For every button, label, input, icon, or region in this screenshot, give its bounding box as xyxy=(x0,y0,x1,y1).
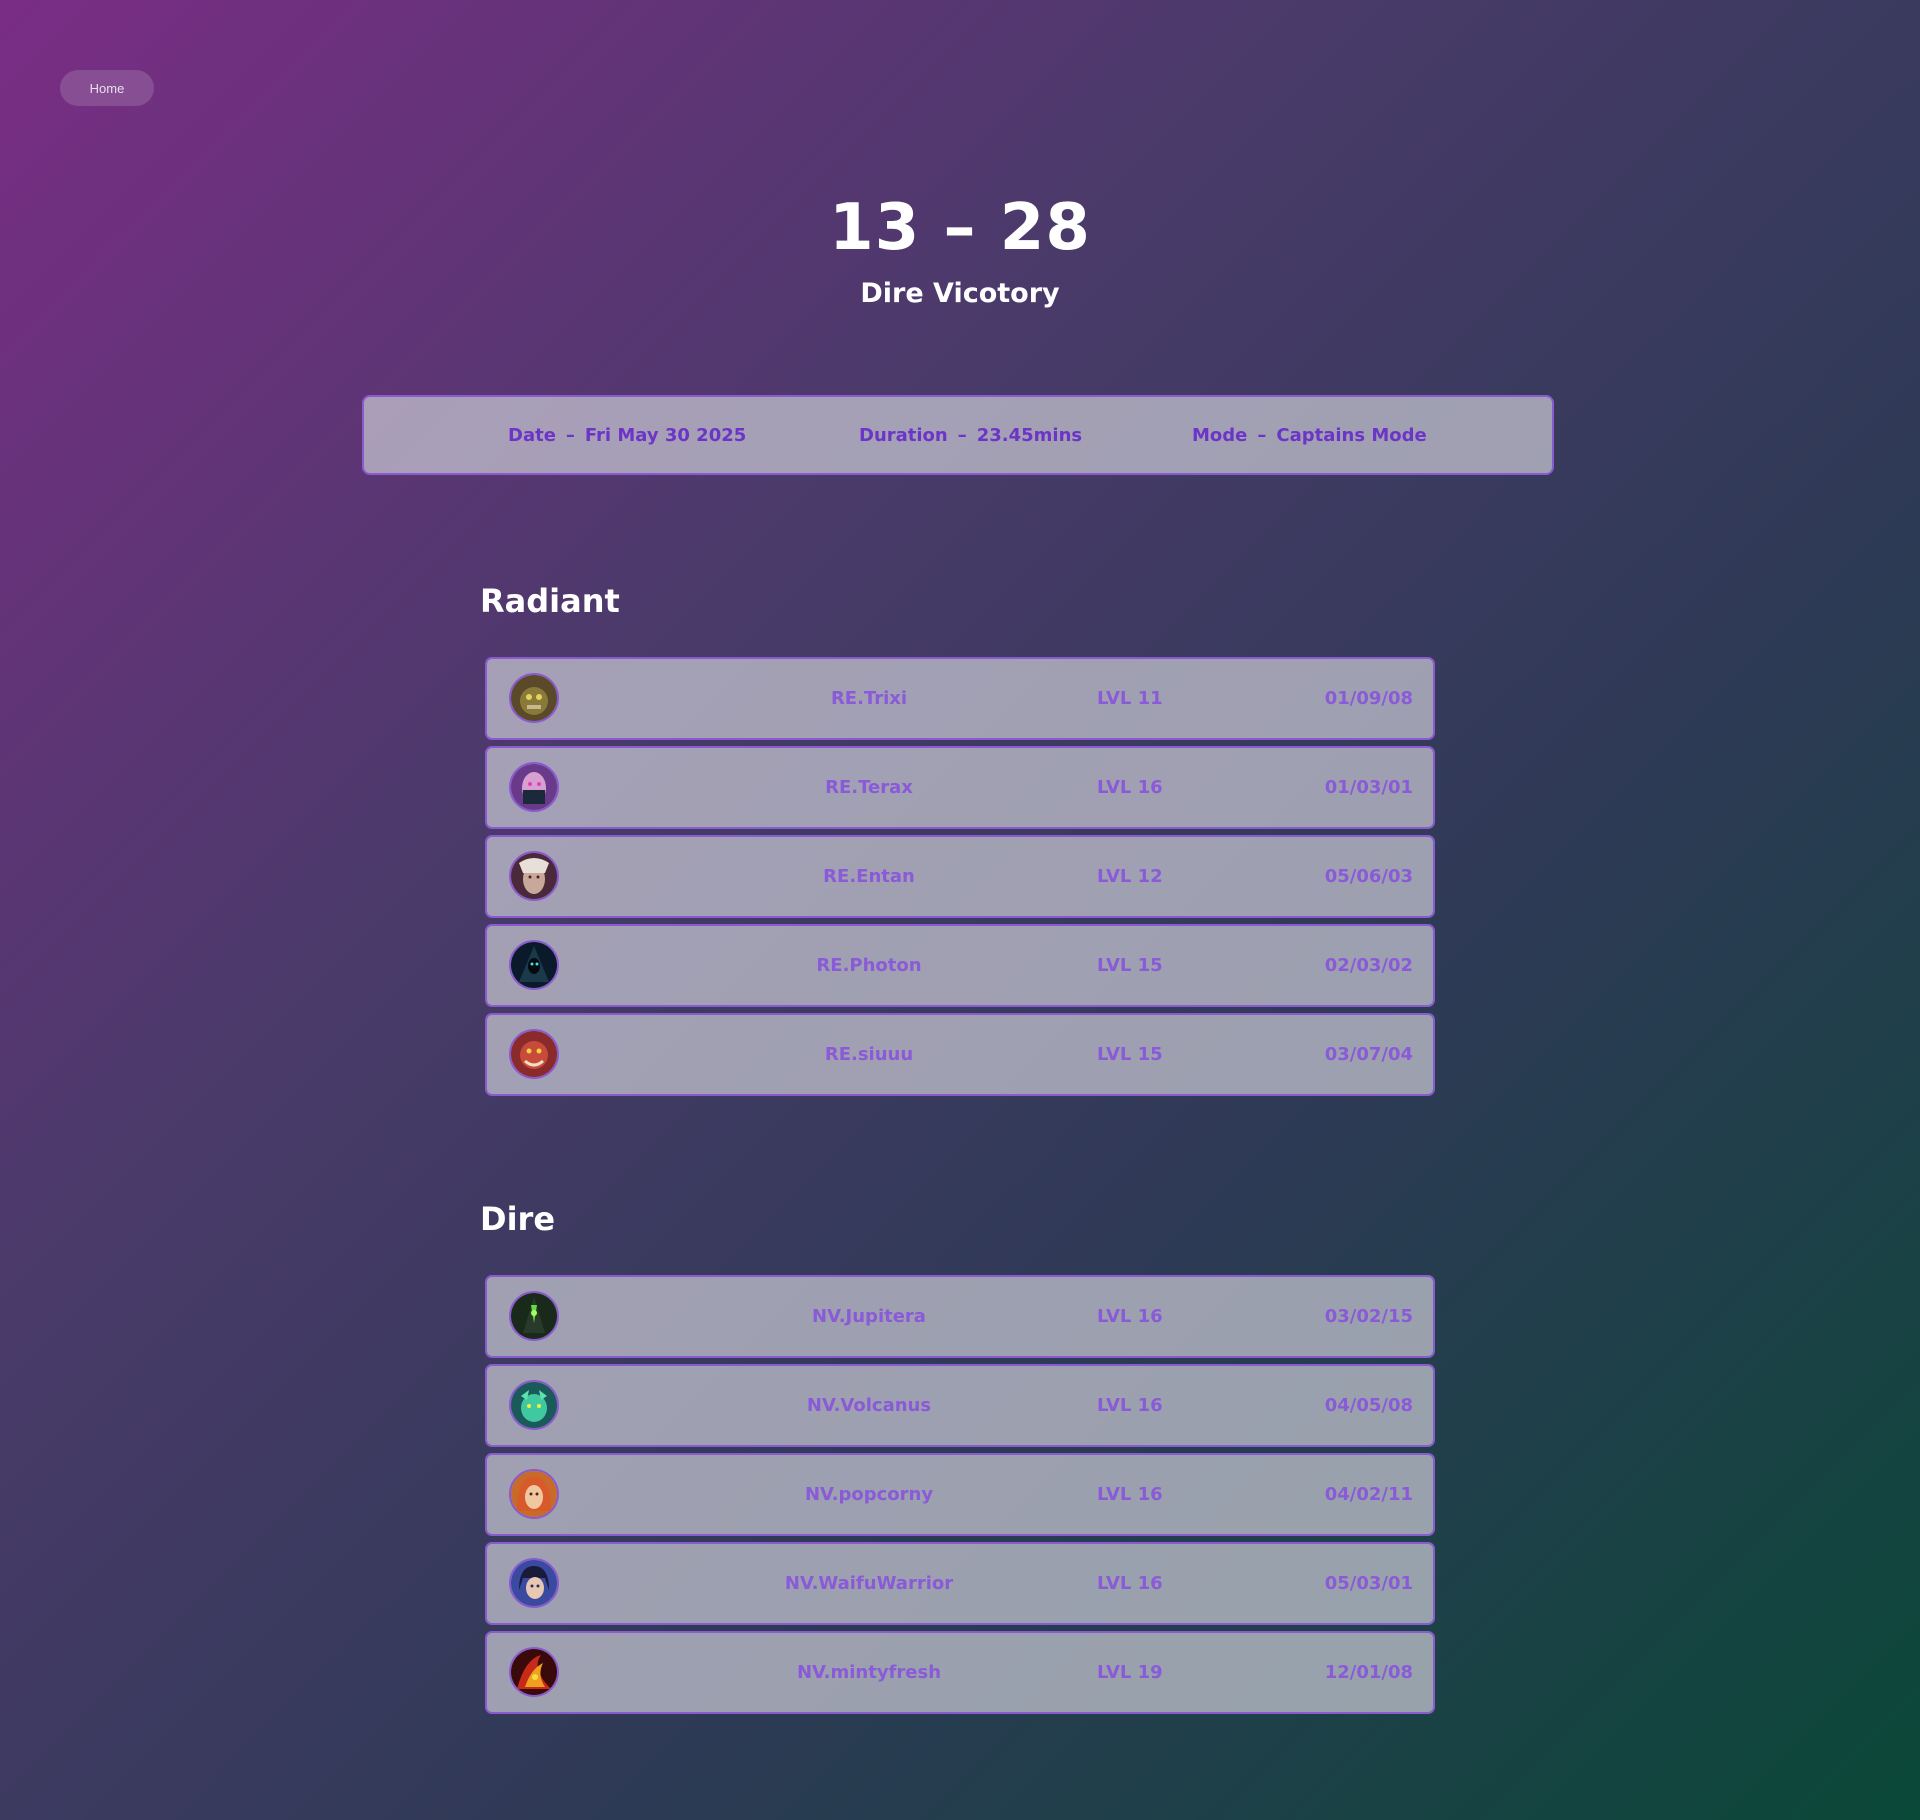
player-kda: 05/03/01 xyxy=(1324,1573,1413,1594)
hero-portrait-icon xyxy=(509,1380,559,1430)
player-level: LVL 16 xyxy=(1097,1573,1163,1594)
player-name: RE.Entan xyxy=(823,866,915,887)
player-level: LVL 16 xyxy=(1097,777,1163,798)
player-level: LVL 15 xyxy=(1097,1044,1163,1065)
match-info-bar: Date – Fri May 30 2025 Duration – 23.45m… xyxy=(362,395,1554,475)
duration-label: Duration xyxy=(859,424,948,446)
player-kda: 01/09/08 xyxy=(1324,688,1413,709)
player-name: RE.Trixi xyxy=(830,688,908,709)
player-level: LVL 19 xyxy=(1097,1662,1163,1683)
player-row[interactable]: NV.popcorny LVL 16 04/02/11 xyxy=(485,1453,1435,1536)
player-name: NV.popcorny xyxy=(804,1484,934,1505)
match-result: Dire Vicotory xyxy=(860,278,1060,309)
duration-info: Duration – 23.45mins xyxy=(859,397,1082,473)
hero-portrait-icon xyxy=(509,1469,559,1519)
home-button[interactable]: Home xyxy=(60,70,154,106)
mode-info: Mode – Captains Mode xyxy=(1192,397,1427,473)
player-kda: 01/03/01 xyxy=(1324,777,1413,798)
player-row[interactable]: RE.siuuu LVL 15 03/07/04 xyxy=(485,1013,1435,1096)
player-row[interactable]: NV.Jupitera LVL 16 03/02/15 xyxy=(485,1275,1435,1358)
hero-portrait-icon xyxy=(509,1291,559,1341)
hero-portrait-icon xyxy=(509,762,559,812)
player-level: LVL 16 xyxy=(1097,1395,1163,1416)
player-name: NV.mintyfresh xyxy=(796,1662,942,1683)
player-level: LVL 16 xyxy=(1097,1484,1163,1505)
player-level: LVL 12 xyxy=(1097,866,1163,887)
radiant-player-list: RE.Trixi LVL 11 01/09/08 RE.Terax LVL 16… xyxy=(485,657,1435,1102)
player-name: NV.Jupitera xyxy=(812,1306,926,1327)
player-kda: 02/03/02 xyxy=(1324,955,1413,976)
player-row[interactable]: NV.Volcanus LVL 16 04/05/08 xyxy=(485,1364,1435,1447)
player-row[interactable]: NV.WaifuWarrior LVL 16 05/03/01 xyxy=(485,1542,1435,1625)
player-level: LVL 16 xyxy=(1097,1306,1163,1327)
hero-portrait-icon xyxy=(509,1029,559,1079)
hero-portrait-icon xyxy=(509,851,559,901)
player-name: NV.WaifuWarrior xyxy=(784,1573,954,1594)
player-row[interactable]: RE.Trixi LVL 11 01/09/08 xyxy=(485,657,1435,740)
date-info: Date – Fri May 30 2025 xyxy=(508,397,746,473)
date-label: Date xyxy=(508,424,556,446)
player-kda: 03/07/04 xyxy=(1324,1044,1413,1065)
radiant-title: Radiant xyxy=(480,582,620,620)
hero-portrait-icon xyxy=(509,1647,559,1697)
hero-portrait-icon xyxy=(509,940,559,990)
player-row[interactable]: RE.Terax LVL 16 01/03/01 xyxy=(485,746,1435,829)
player-level: LVL 15 xyxy=(1097,955,1163,976)
dire-title: Dire xyxy=(480,1200,556,1238)
player-kda: 12/01/08 xyxy=(1324,1662,1413,1683)
duration-separator: – xyxy=(957,424,967,446)
player-name: RE.Photon xyxy=(816,955,922,976)
mode-label: Mode xyxy=(1192,424,1248,446)
player-kda: 04/05/08 xyxy=(1324,1395,1413,1416)
match-score: 13 – 28 xyxy=(829,191,1091,265)
hero-portrait-icon xyxy=(509,1558,559,1608)
player-name: RE.Terax xyxy=(825,777,913,798)
duration-value: 23.45mins xyxy=(976,424,1083,446)
player-kda: 04/02/11 xyxy=(1324,1484,1413,1505)
player-name: NV.Volcanus xyxy=(806,1395,932,1416)
mode-separator: – xyxy=(1257,424,1267,446)
player-kda: 03/02/15 xyxy=(1324,1306,1413,1327)
mode-value: Captains Mode xyxy=(1276,424,1427,446)
player-row[interactable]: RE.Photon LVL 15 02/03/02 xyxy=(485,924,1435,1007)
player-row[interactable]: NV.mintyfresh LVL 19 12/01/08 xyxy=(485,1631,1435,1714)
date-value: Fri May 30 2025 xyxy=(584,424,747,446)
player-level: LVL 11 xyxy=(1097,688,1163,709)
player-name: RE.siuuu xyxy=(824,1044,914,1065)
player-kda: 05/06/03 xyxy=(1324,866,1413,887)
player-row[interactable]: RE.Entan LVL 12 05/06/03 xyxy=(485,835,1435,918)
dire-player-list: NV.Jupitera LVL 16 03/02/15 NV.Volcanus … xyxy=(485,1275,1435,1720)
date-separator: – xyxy=(565,424,575,446)
hero-portrait-icon xyxy=(509,673,559,723)
